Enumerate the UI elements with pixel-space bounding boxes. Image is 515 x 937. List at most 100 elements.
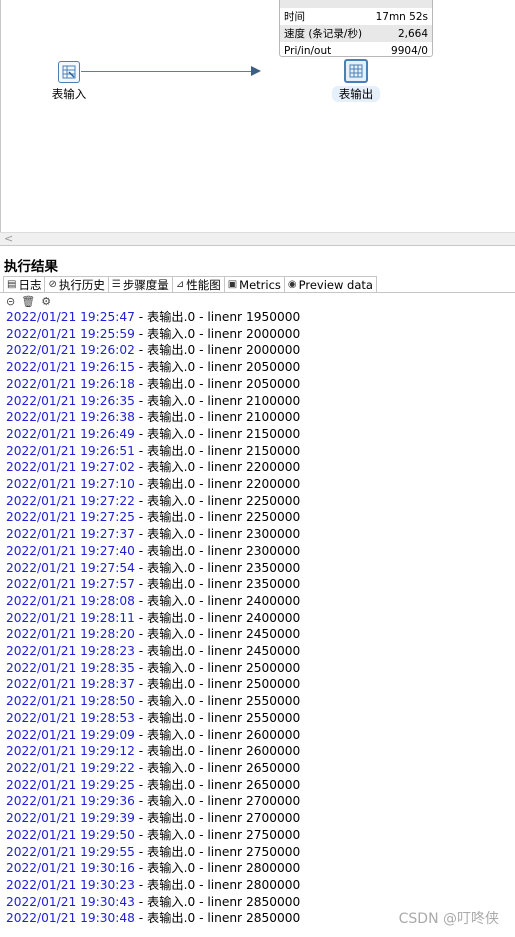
tab-preview-data[interactable]: ◉ Preview data bbox=[284, 276, 377, 293]
table-output-icon bbox=[344, 59, 368, 83]
log-line: 2022/01/21 19:30:16 - 表输入.0 - linenr 280… bbox=[6, 860, 300, 877]
log-toolbar: ⊝ 🗑 ⚙ bbox=[6, 295, 51, 308]
log-line: 2022/01/21 19:28:35 - 表输入.0 - linenr 250… bbox=[6, 660, 300, 677]
log-message: - 表输入.0 - linenr 2200000 bbox=[134, 460, 301, 475]
stop-icon[interactable]: ⊝ bbox=[6, 295, 15, 308]
log-line: 2022/01/21 19:27:02 - 表输入.0 - linenr 220… bbox=[6, 459, 300, 476]
step-table-output[interactable]: 表输出 bbox=[332, 59, 380, 102]
history-icon: ⊘ bbox=[48, 279, 57, 290]
log-message: - 表输出.0 - linenr 2100000 bbox=[134, 410, 301, 425]
log-timestamp: 2022/01/21 19:30:43 bbox=[6, 894, 135, 909]
log-message: - 表输入.0 - linenr 2050000 bbox=[134, 360, 301, 375]
hop-line[interactable] bbox=[81, 71, 259, 72]
log-timestamp: 2022/01/21 19:27:10 bbox=[6, 477, 135, 492]
log-line: 2022/01/21 19:28:37 - 表输出.0 - linenr 250… bbox=[6, 676, 300, 693]
log-message: - 表输入.0 - linenr 2500000 bbox=[134, 660, 301, 675]
scroll-left-icon[interactable]: < bbox=[4, 232, 13, 245]
hop-arrow-icon bbox=[251, 66, 261, 76]
document-icon: ▣ bbox=[227, 279, 238, 290]
log-timestamp: 2022/01/21 19:28:35 bbox=[6, 660, 135, 675]
results-tabbar: ▤ 日志 ⊘ 执行历史 ☰ 步骤度量 ⊿ 性能图 ▣ Metrics ◉ Preview d… bbox=[3, 276, 377, 293]
step-label: 表输入 bbox=[51, 87, 87, 101]
log-timestamp: 2022/01/21 19:29:55 bbox=[6, 844, 135, 859]
log-line: 2022/01/21 19:27:40 - 表输出.0 - linenr 230… bbox=[6, 543, 300, 560]
log-timestamp: 2022/01/21 19:27:54 bbox=[6, 560, 135, 575]
tooltip-row bbox=[280, 0, 432, 8]
eye-icon: ◉ bbox=[287, 279, 297, 290]
tab-performance-graph[interactable]: ⊿ 性能图 bbox=[172, 276, 225, 293]
log-message: - 表输出.0 - linenr 2550000 bbox=[134, 710, 301, 725]
log-timestamp: 2022/01/21 19:28:11 bbox=[6, 610, 135, 625]
log-message: - 表输入.0 - linenr 2250000 bbox=[134, 493, 301, 508]
log-message: - 表输出.0 - linenr 2700000 bbox=[134, 811, 301, 826]
log-timestamp: 2022/01/21 19:27:40 bbox=[6, 543, 135, 558]
log-timestamp: 2022/01/21 19:27:22 bbox=[6, 493, 135, 508]
log-message: - 表输入.0 - linenr 2700000 bbox=[134, 794, 301, 809]
log-line: 2022/01/21 19:30:48 - 表输出.0 - linenr 285… bbox=[6, 910, 300, 927]
log-line: 2022/01/21 19:25:59 - 表输入.0 - linenr 200… bbox=[6, 326, 300, 343]
log-line: 2022/01/21 19:29:25 - 表输出.0 - linenr 265… bbox=[6, 777, 300, 794]
log-message: - 表输入.0 - linenr 2450000 bbox=[134, 627, 301, 642]
log-message: - 表输出.0 - linenr 2650000 bbox=[134, 777, 301, 792]
log-timestamp: 2022/01/21 19:28:53 bbox=[6, 710, 135, 725]
step-label: 表输出 bbox=[332, 86, 380, 102]
log-message: - 表输出.0 - linenr 2400000 bbox=[134, 610, 301, 625]
chart-icon: ⊿ bbox=[175, 279, 185, 290]
log-line: 2022/01/21 19:27:25 - 表输出.0 - linenr 225… bbox=[6, 509, 300, 526]
log-line: 2022/01/21 19:30:43 - 表输入.0 - linenr 285… bbox=[6, 894, 300, 911]
transformation-canvas[interactable]: 时间 17mn 52s 速度 (条记录/秒) 2,664 Pri/in/out … bbox=[0, 0, 515, 232]
log-timestamp: 2022/01/21 19:29:22 bbox=[6, 760, 135, 775]
tab-step-metrics[interactable]: ☰ 步骤度量 bbox=[108, 276, 173, 293]
log-text-area[interactable]: 2022/01/21 19:25:47 - 表输出.0 - linenr 195… bbox=[6, 309, 300, 927]
step-table-input[interactable]: 表输入 bbox=[47, 61, 91, 102]
log-line: 2022/01/21 19:30:23 - 表输出.0 - linenr 280… bbox=[6, 877, 300, 894]
log-message: - 表输入.0 - linenr 2100000 bbox=[134, 393, 301, 408]
log-line: 2022/01/21 19:29:39 - 表输出.0 - linenr 270… bbox=[6, 810, 300, 827]
log-line: 2022/01/21 19:29:36 - 表输入.0 - linenr 270… bbox=[6, 793, 300, 810]
log-line: 2022/01/21 19:27:54 - 表输入.0 - linenr 235… bbox=[6, 560, 300, 577]
log-timestamp: 2022/01/21 19:26:02 bbox=[6, 343, 135, 358]
log-timestamp: 2022/01/21 19:29:25 bbox=[6, 777, 135, 792]
log-line: 2022/01/21 19:29:55 - 表输出.0 - linenr 275… bbox=[6, 844, 300, 861]
log-line: 2022/01/21 19:29:50 - 表输入.0 - linenr 275… bbox=[6, 827, 300, 844]
settings-icon[interactable]: ⚙ bbox=[41, 295, 51, 308]
log-timestamp: 2022/01/21 19:26:51 bbox=[6, 443, 135, 458]
log-message: - 表输出.0 - linenr 2200000 bbox=[134, 477, 301, 492]
log-timestamp: 2022/01/21 19:28:37 bbox=[6, 677, 135, 692]
log-message: - 表输出.0 - linenr 2800000 bbox=[134, 877, 301, 892]
log-line: 2022/01/21 19:27:10 - 表输出.0 - linenr 220… bbox=[6, 476, 300, 493]
log-line: 2022/01/21 19:26:49 - 表输入.0 - linenr 215… bbox=[6, 426, 300, 443]
log-line: 2022/01/21 19:28:23 - 表输出.0 - linenr 245… bbox=[6, 643, 300, 660]
tooltip-row: 速度 (条记录/秒) 2,664 bbox=[280, 25, 432, 42]
log-line: 2022/01/21 19:29:09 - 表输入.0 - linenr 260… bbox=[6, 727, 300, 744]
log-timestamp: 2022/01/21 19:30:48 bbox=[6, 911, 135, 926]
log-timestamp: 2022/01/21 19:26:18 bbox=[6, 376, 135, 391]
tab-execution-history[interactable]: ⊘ 执行历史 bbox=[45, 276, 109, 293]
log-line: 2022/01/21 19:26:02 - 表输出.0 - linenr 200… bbox=[6, 342, 300, 359]
log-message: - 表输入.0 - linenr 2300000 bbox=[134, 527, 301, 542]
log-line: 2022/01/21 19:26:51 - 表输出.0 - linenr 215… bbox=[6, 443, 300, 460]
log-icon: ▤ bbox=[7, 279, 17, 290]
canvas-horizontal-scrollbar[interactable]: < bbox=[0, 232, 515, 246]
log-timestamp: 2022/01/21 19:27:25 bbox=[6, 510, 135, 525]
log-timestamp: 2022/01/21 19:29:12 bbox=[6, 744, 135, 759]
log-line: 2022/01/21 19:27:57 - 表输出.0 - linenr 235… bbox=[6, 576, 300, 593]
log-line: 2022/01/21 19:26:35 - 表输入.0 - linenr 210… bbox=[6, 393, 300, 410]
log-message: - 表输出.0 - linenr 1950000 bbox=[134, 310, 301, 324]
log-message: - 表输出.0 - linenr 2150000 bbox=[134, 443, 301, 458]
trash-icon[interactable]: 🗑 bbox=[21, 295, 35, 308]
tooltip-row: Pri/in/out 9904/0 bbox=[284, 44, 428, 57]
log-timestamp: 2022/01/21 19:27:02 bbox=[6, 460, 135, 475]
log-timestamp: 2022/01/21 19:26:38 bbox=[6, 410, 135, 425]
log-timestamp: 2022/01/21 19:28:20 bbox=[6, 627, 135, 642]
step-metrics-tooltip: 时间 17mn 52s 速度 (条记录/秒) 2,664 Pri/in/out … bbox=[279, 0, 433, 57]
tab-log[interactable]: ▤ 日志 bbox=[3, 276, 46, 293]
log-message: - 表输入.0 - linenr 2800000 bbox=[134, 861, 301, 876]
log-line: 2022/01/21 19:29:22 - 表输入.0 - linenr 265… bbox=[6, 760, 300, 777]
watermark: CSDN @叮咚侠 bbox=[398, 911, 499, 927]
log-timestamp: 2022/01/21 19:29:39 bbox=[6, 811, 135, 826]
log-message: - 表输出.0 - linenr 2300000 bbox=[134, 543, 301, 558]
log-line: 2022/01/21 19:28:50 - 表输入.0 - linenr 255… bbox=[6, 693, 300, 710]
tab-metrics[interactable]: ▣ Metrics bbox=[224, 276, 285, 293]
results-panel-title: 执行结果 bbox=[4, 259, 58, 275]
